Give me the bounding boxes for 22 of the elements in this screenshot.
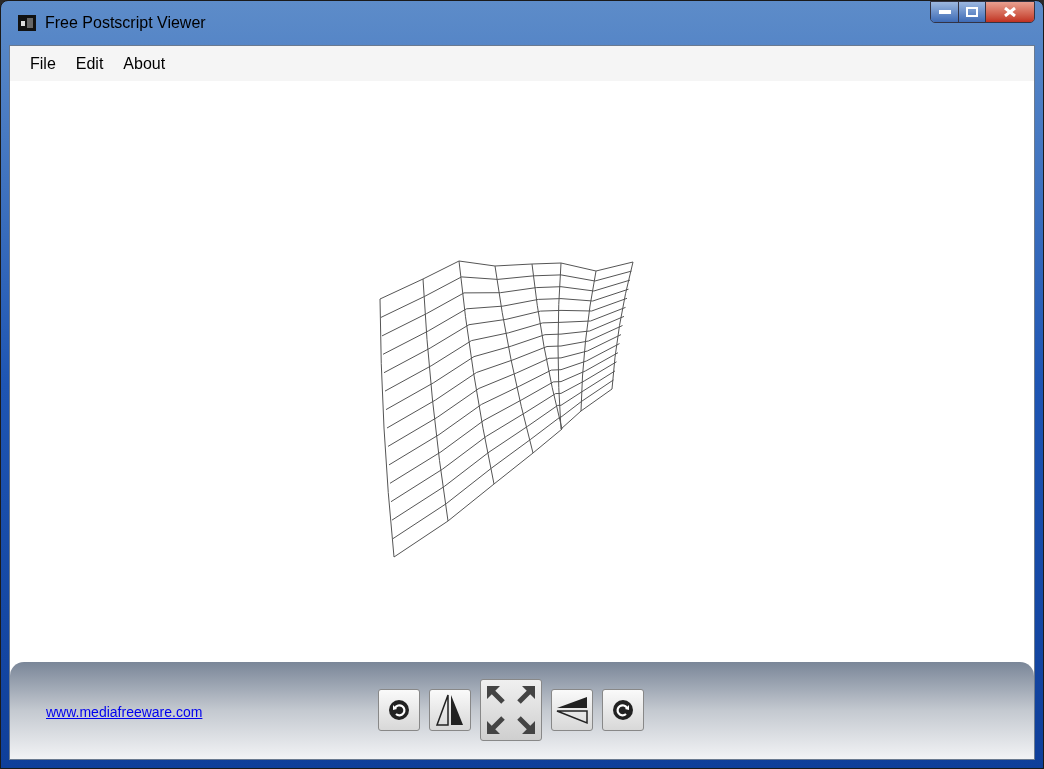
minimize-icon [938,10,951,14]
close-button[interactable] [986,2,1034,22]
maximize-icon [966,7,978,17]
expand-arrows-icon [485,684,537,736]
rotate-left-button[interactable] [378,689,420,731]
flip-horizontal-icon [434,693,466,727]
flip-vertical-button[interactable] [551,689,593,731]
website-link[interactable]: www.mediafreeware.com [46,702,203,723]
rotate-right-button[interactable] [602,689,644,731]
rotate-right-icon [612,699,634,721]
flip-vertical-icon [555,694,589,726]
maximize-button[interactable] [959,2,986,22]
menu-item[interactable]: File [22,49,64,78]
close-icon [1004,7,1016,17]
menu-item[interactable]: Edit [67,49,112,78]
flip-horizontal-button[interactable] [429,689,471,731]
window-title: Free Postscript Viewer [45,13,206,33]
fullscreen-button[interactable] [480,679,542,741]
minimize-button[interactable] [931,2,959,22]
rotate-left-icon [388,699,410,721]
app-icon [17,13,37,33]
menu-item[interactable]: About [115,49,174,78]
